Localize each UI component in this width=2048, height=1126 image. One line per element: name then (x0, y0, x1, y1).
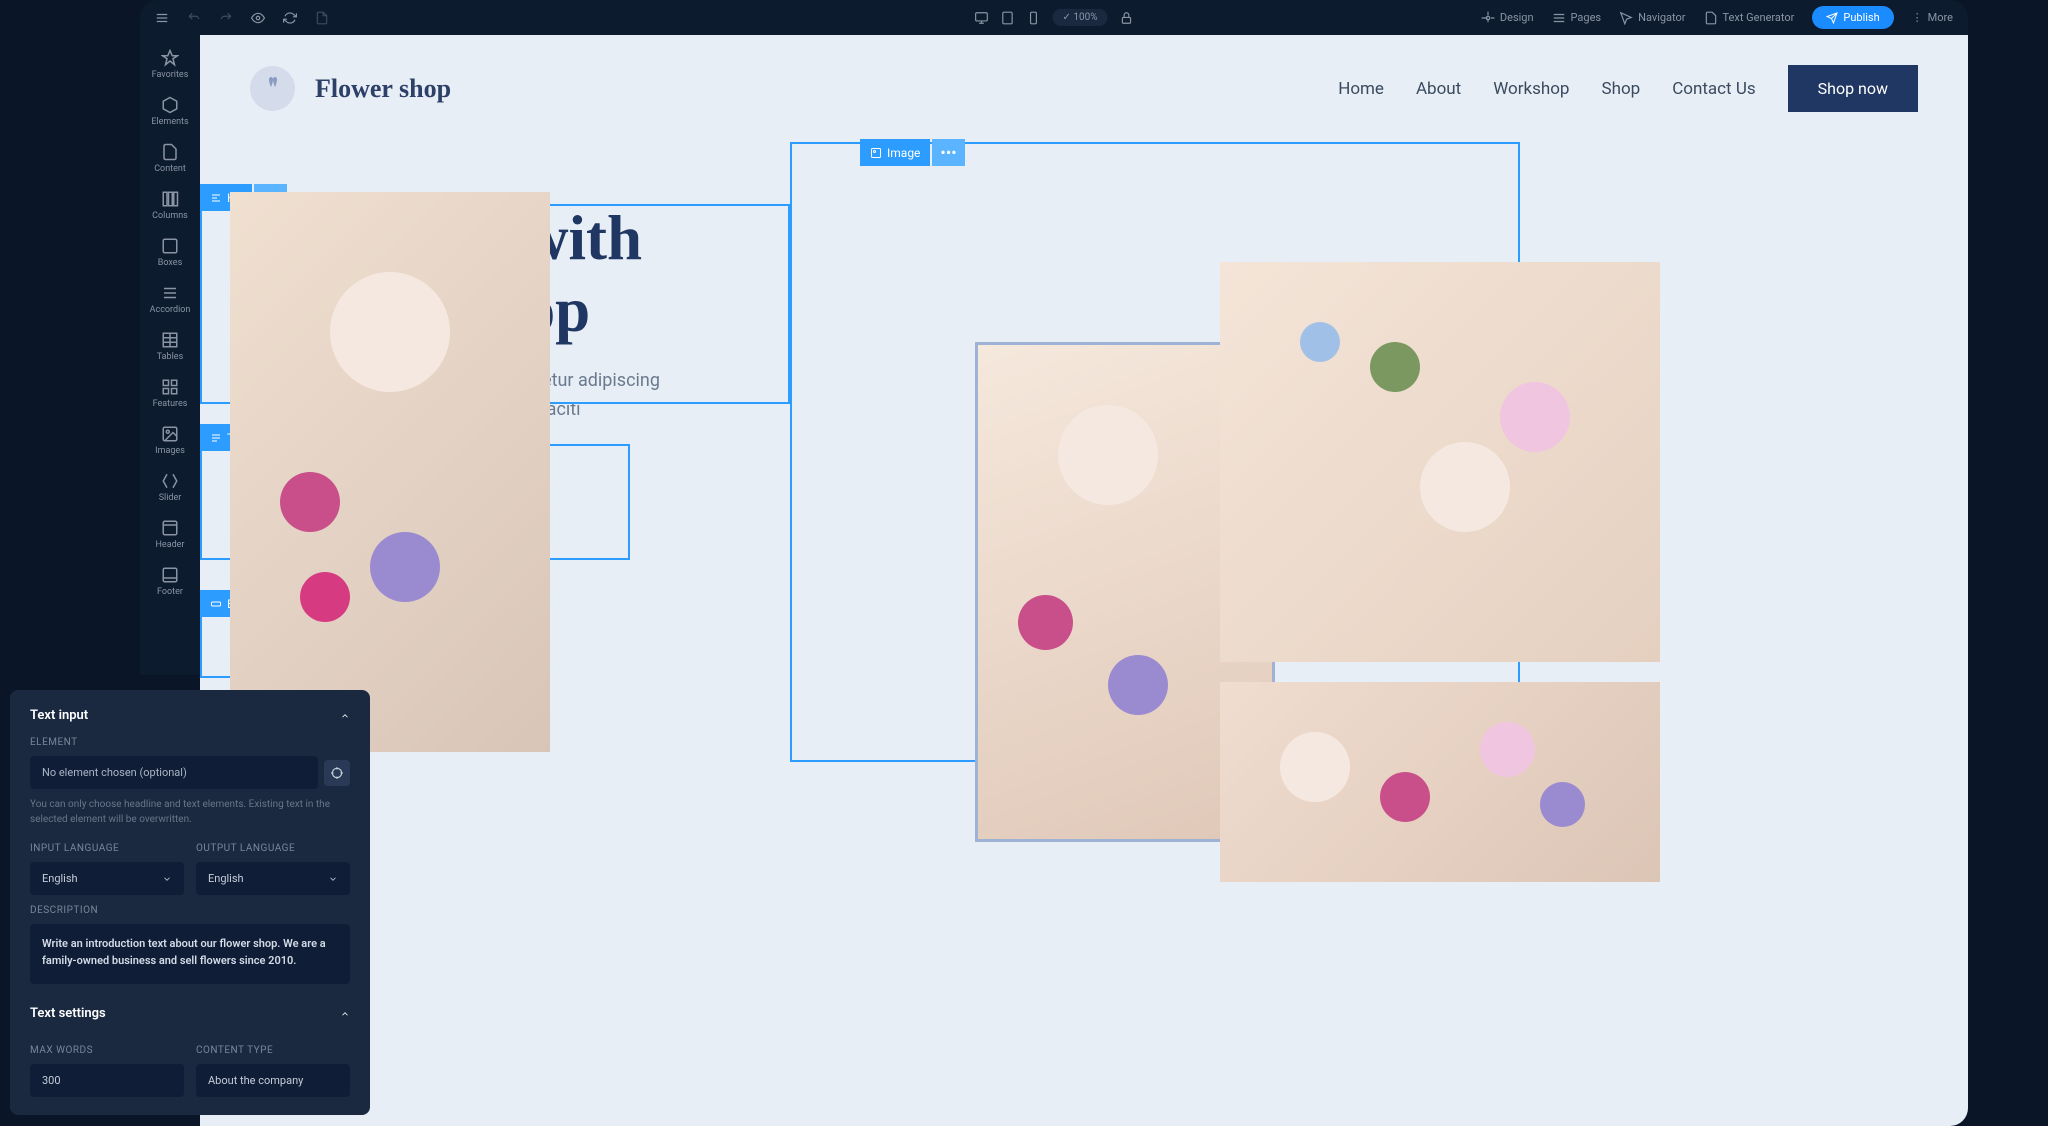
editor-canvas[interactable]: Flower shop Home About Workshop Shop Con… (200, 35, 1968, 1126)
sidebar-item-slider[interactable]: Slider (140, 466, 200, 509)
nav-workshop[interactable]: Workshop (1493, 79, 1569, 99)
site-header: Flower shop Home About Workshop Shop Con… (200, 35, 1968, 142)
element-picker-button[interactable] (324, 760, 350, 786)
sidebar-item-accordion[interactable]: Accordion (140, 278, 200, 321)
file-icon[interactable] (315, 11, 329, 25)
more-link[interactable]: ⋮ More (1912, 11, 1953, 24)
publish-button[interactable]: Publish (1812, 6, 1893, 29)
eye-icon[interactable] (251, 11, 265, 25)
nav-home[interactable]: Home (1338, 79, 1384, 99)
element-picker-input[interactable]: No element chosen (optional) (30, 756, 318, 789)
tablet-icon[interactable] (1000, 11, 1014, 25)
chevron-down-icon (328, 874, 338, 884)
panel-section-title[interactable]: Text input (30, 708, 350, 723)
brand-name: Flower shop (315, 74, 451, 104)
description-textarea[interactable]: Write an introduction text about our flo… (30, 924, 350, 984)
max-words-input[interactable]: 300 (30, 1064, 184, 1097)
menu-icon[interactable] (155, 11, 169, 25)
image-more-icon[interactable]: ••• (932, 139, 964, 166)
left-sidebar: Favorites Elements Content Columns Boxes… (140, 35, 200, 675)
nav-contact[interactable]: Contact Us (1672, 79, 1755, 99)
redo-icon[interactable] (219, 11, 233, 25)
pages-link[interactable]: Pages (1552, 11, 1602, 25)
design-link[interactable]: Design (1481, 11, 1534, 25)
sidebar-item-boxes[interactable]: Boxes (140, 231, 200, 274)
output-lang-label: OUTPUT LANGUAGE (196, 843, 350, 854)
sidebar-item-images[interactable]: Images (140, 419, 200, 462)
content-type-select[interactable]: About the company (196, 1064, 350, 1097)
image-element-tag[interactable]: Image ••• (860, 139, 965, 166)
mobile-icon[interactable] (1026, 11, 1040, 25)
lock-icon[interactable] (1120, 11, 1134, 25)
content-type-label: CONTENT TYPE (196, 1045, 350, 1056)
textgen-link[interactable]: Text Generator (1704, 11, 1795, 25)
sidebar-item-content[interactable]: Content (140, 137, 200, 180)
nav-about[interactable]: About (1416, 79, 1461, 99)
desktop-icon[interactable] (974, 11, 988, 25)
sidebar-item-footer[interactable]: Footer (140, 560, 200, 603)
sidebar-item-features[interactable]: Features (140, 372, 200, 415)
undo-icon[interactable] (187, 11, 201, 25)
site-logo (250, 66, 295, 111)
shop-now-button[interactable]: Shop now (1788, 65, 1918, 112)
refresh-icon[interactable] (283, 11, 297, 25)
element-label: ELEMENT (30, 737, 350, 748)
hero-image-4 (1220, 682, 1660, 882)
chevron-up-icon (340, 711, 350, 721)
hero-image-1 (230, 192, 550, 752)
element-hint: You can only choose headline and text el… (30, 797, 350, 827)
nav-shop[interactable]: Shop (1601, 79, 1640, 99)
text-generator-panel: Text input ELEMENT No element chosen (op… (10, 690, 370, 1115)
panel-section-title-2[interactable]: Text settings (30, 1006, 350, 1021)
navigator-link[interactable]: Navigator (1619, 11, 1685, 25)
zoom-level[interactable]: ✓ 100% (1052, 9, 1107, 26)
input-language-select[interactable]: English (30, 862, 184, 895)
hero-section: H1 ••• Send love with Flower Shop Text •… (200, 142, 1968, 762)
sidebar-item-favorites[interactable]: Favorites (140, 43, 200, 86)
chevron-up-icon (340, 1009, 350, 1019)
top-toolbar: ✓ 100% Design Pages Navigator Text Gener… (140, 0, 1968, 35)
description-label: DESCRIPTION (30, 905, 350, 916)
max-words-label: MAX WORDS (30, 1045, 184, 1056)
sidebar-item-tables[interactable]: Tables (140, 325, 200, 368)
chevron-down-icon (162, 874, 172, 884)
sidebar-item-elements[interactable]: Elements (140, 90, 200, 133)
site-nav: Home About Workshop Shop Contact Us Shop… (1338, 65, 1918, 112)
output-language-select[interactable]: English (196, 862, 350, 895)
sidebar-item-header[interactable]: Header (140, 513, 200, 556)
input-lang-label: INPUT LANGUAGE (30, 843, 184, 854)
sidebar-item-columns[interactable]: Columns (140, 184, 200, 227)
hero-image-3 (1220, 262, 1660, 662)
